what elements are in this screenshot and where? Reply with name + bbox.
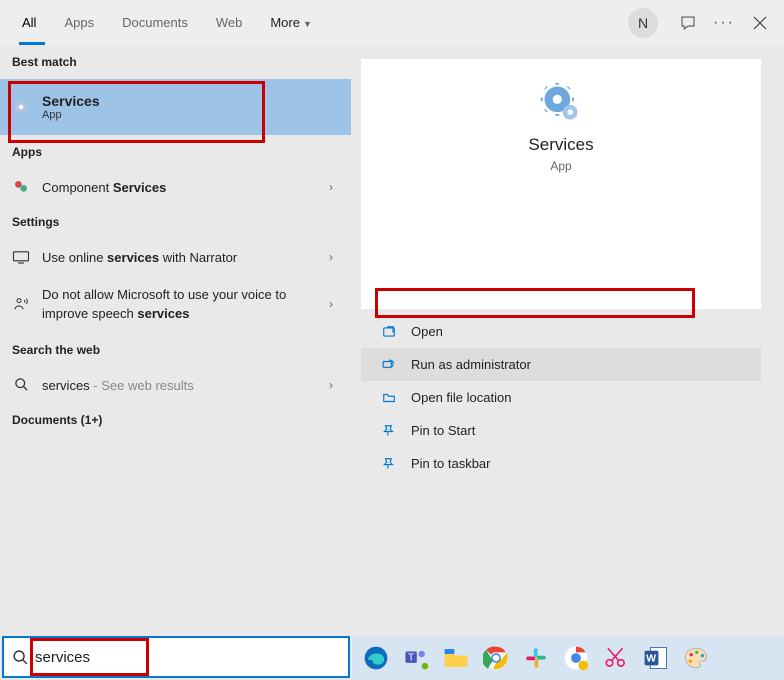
component-icon	[12, 179, 30, 195]
paint-icon[interactable]	[680, 642, 712, 674]
action-label: Run as administrator	[411, 357, 531, 372]
result-narrator-services[interactable]: Use online services with Narrator ›	[0, 239, 351, 275]
action-label: Open	[411, 324, 443, 339]
gear-icon	[539, 81, 583, 125]
explorer-icon[interactable]	[440, 642, 472, 674]
filter-tabs: All Apps Documents Web More▼ N ···	[0, 0, 784, 45]
chevron-right-icon: ›	[329, 180, 339, 194]
result-label: Use online services with Narrator	[42, 249, 317, 265]
teams-icon[interactable]: T	[400, 642, 432, 674]
taskbar: T W	[352, 636, 784, 680]
svg-text:T: T	[408, 651, 415, 663]
chevron-right-icon: ›	[329, 297, 339, 311]
more-icon[interactable]: ···	[708, 7, 740, 39]
word-icon[interactable]: W	[640, 642, 672, 674]
feedback-icon[interactable]	[672, 7, 704, 39]
result-services-app[interactable]: Services App	[0, 79, 351, 135]
tab-documents[interactable]: Documents	[108, 5, 202, 40]
preview-subtitle: App	[361, 159, 761, 173]
chrome-icon[interactable]	[480, 642, 512, 674]
preview-card: Services App	[361, 59, 761, 309]
snip-icon[interactable]	[600, 642, 632, 674]
action-pin-taskbar[interactable]: Pin to taskbar	[361, 447, 761, 480]
user-avatar[interactable]: N	[628, 8, 658, 38]
chevron-down-icon: ▼	[303, 19, 312, 29]
results-panel: Best match Services App Apps Component S…	[0, 45, 351, 630]
monitor-icon	[12, 250, 30, 264]
shield-icon	[381, 358, 397, 372]
result-subtitle: App	[42, 109, 339, 121]
tab-more[interactable]: More▼	[256, 5, 326, 40]
section-documents: Documents (1+)	[0, 403, 351, 437]
edge-icon[interactable]	[360, 642, 392, 674]
svg-text:W: W	[646, 652, 656, 664]
search-input[interactable]	[29, 649, 340, 666]
chevron-right-icon: ›	[329, 378, 339, 392]
section-apps: Apps	[0, 135, 351, 169]
folder-icon	[381, 391, 397, 405]
person-icon	[12, 296, 30, 312]
action-label: Pin to Start	[411, 423, 475, 438]
result-component-services[interactable]: Component Services ›	[0, 169, 351, 205]
search-icon	[12, 377, 30, 392]
search-bar[interactable]	[2, 636, 350, 678]
tab-all[interactable]: All	[8, 5, 50, 40]
section-settings: Settings	[0, 205, 351, 239]
pin-icon	[381, 457, 397, 471]
result-title: Services	[42, 93, 339, 109]
action-label: Pin to taskbar	[411, 456, 491, 471]
section-search-web: Search the web	[0, 333, 351, 367]
slack-icon[interactable]	[520, 642, 552, 674]
result-label: Component Services	[42, 179, 317, 195]
action-pin-start[interactable]: Pin to Start	[361, 414, 761, 447]
close-icon[interactable]	[744, 7, 776, 39]
open-icon	[381, 325, 397, 339]
result-speech-services[interactable]: Do not allow Microsoft to use your voice…	[0, 275, 351, 333]
preview-title: Services	[361, 135, 761, 155]
chrome-canary-icon[interactable]	[560, 642, 592, 674]
action-list: Open Run as administrator Open file loca…	[361, 315, 761, 480]
pin-icon	[381, 424, 397, 438]
active-tab-indicator	[19, 42, 45, 45]
tab-web[interactable]: Web	[202, 5, 257, 40]
action-open-location[interactable]: Open file location	[361, 381, 761, 414]
action-open[interactable]: Open	[361, 315, 761, 348]
search-icon	[12, 649, 29, 666]
chevron-right-icon: ›	[329, 250, 339, 264]
result-label: services - See web results	[42, 377, 317, 393]
result-label: Do not allow Microsoft to use your voice…	[42, 285, 317, 323]
tab-apps[interactable]: Apps	[50, 5, 108, 40]
section-best-match: Best match	[0, 45, 351, 79]
action-run-admin[interactable]: Run as administrator	[361, 348, 761, 381]
action-label: Open file location	[411, 390, 511, 405]
gear-icon	[12, 97, 30, 117]
result-web-search[interactable]: services - See web results ›	[0, 367, 351, 403]
preview-panel: Services App Open Run as administrator O…	[351, 45, 784, 630]
